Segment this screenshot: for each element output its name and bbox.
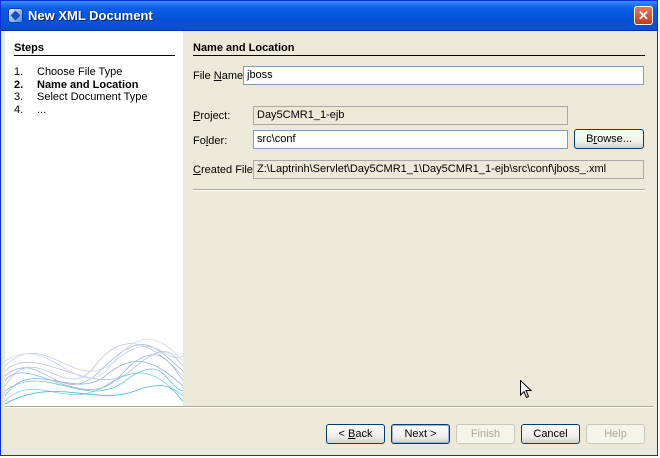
step-label: Choose File Type — [37, 66, 123, 78]
mouse-pointer-icon — [520, 380, 532, 399]
main-panel: Name and Location File Name: jboss Proje… — [183, 31, 655, 406]
steps-divider — [14, 55, 175, 56]
step-label: ... — [37, 103, 47, 116]
created-file-label: Created File: — [193, 164, 256, 176]
back-button[interactable]: < Back — [326, 424, 385, 444]
step-item-1: 1. Choose File Type — [14, 66, 147, 79]
button-bar-divider — [5, 406, 653, 408]
steps-panel: Steps 1. Choose File Type 2. Name and Loca… — [5, 31, 183, 406]
step-label: Name and Location — [37, 78, 139, 91]
step-number: 1. — [14, 66, 24, 78]
title-bar[interactable]: New XML Document ✕ — [1, 1, 657, 31]
created-file-field: Z:\Laptrinh\Servlet\Day5CMR1_1\Day5CMR1_… — [253, 160, 644, 179]
folder-input[interactable]: src\conf — [253, 130, 568, 149]
file-name-label: File Name: — [193, 70, 247, 82]
new-xml-document-dialog: New XML Document ✕ Steps 1. Choose File T… — [0, 0, 658, 456]
help-button[interactable]: Help — [586, 424, 645, 444]
step-item-2: 2. Name and Location — [14, 79, 147, 92]
xml-document-icon — [8, 8, 23, 23]
section-title: Name and Location — [193, 42, 295, 54]
window-title: New XML Document — [28, 8, 153, 23]
finish-button[interactable]: Finish — [456, 424, 515, 444]
section-divider — [193, 55, 645, 56]
wave-decoration — [5, 338, 183, 405]
form-divider — [193, 189, 645, 191]
step-item-3: 3. Select Document Type — [14, 91, 147, 104]
step-number: 2. — [14, 78, 24, 91]
folder-label: Folder: — [193, 135, 228, 147]
step-item-4: 4.... — [14, 104, 147, 117]
browse-button[interactable]: Browse... — [574, 129, 644, 149]
next-button[interactable]: Next > — [391, 424, 450, 444]
step-number: 4. — [14, 103, 24, 116]
steps-title: Steps — [14, 42, 44, 54]
project-label: Project: — [193, 110, 231, 122]
close-icon[interactable]: ✕ — [634, 6, 653, 25]
file-name-input[interactable]: jboss — [243, 66, 644, 85]
step-number: 3. — [14, 91, 24, 103]
cancel-button[interactable]: Cancel — [521, 424, 580, 444]
steps-list: 1. Choose File Type 2. Name and Location 3… — [14, 66, 147, 116]
step-label: Select Document Type — [37, 91, 148, 103]
project-field: Day5CMR1_1-ejb — [253, 106, 568, 125]
